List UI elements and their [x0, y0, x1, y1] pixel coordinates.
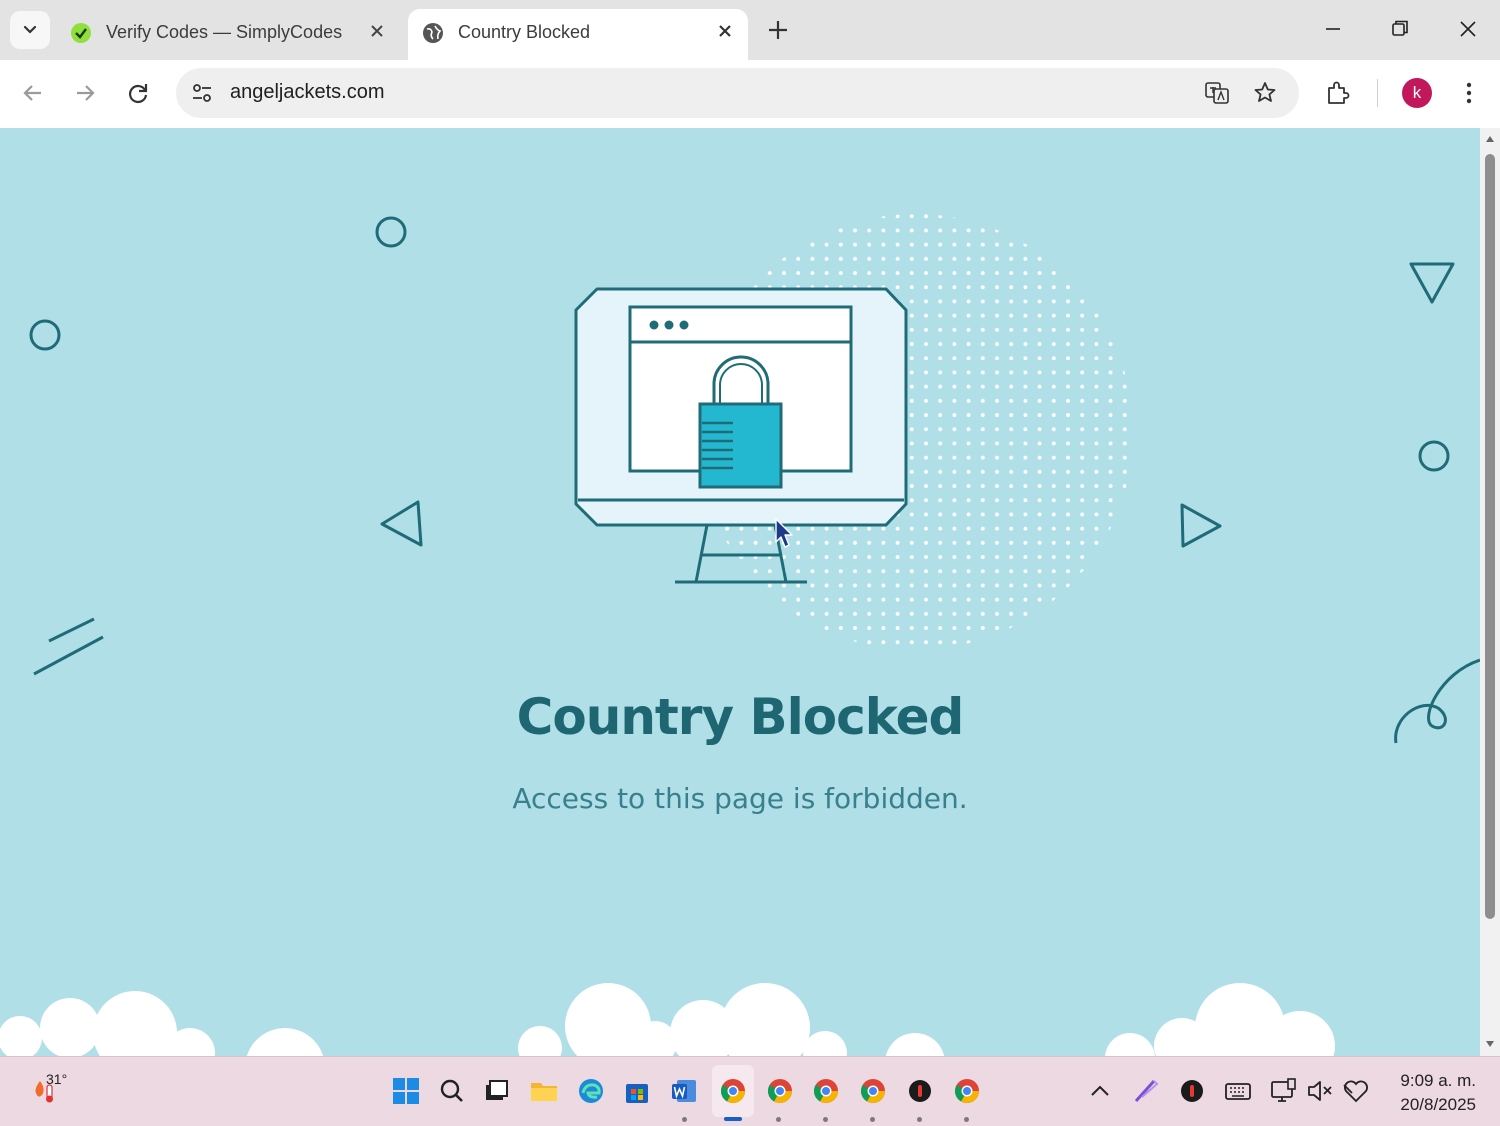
decor-triangle — [1409, 262, 1455, 304]
clock-date[interactable]: 20/8/2025 — [1380, 1095, 1476, 1115]
new-tab-icon[interactable] — [765, 17, 791, 43]
decor-lines — [33, 617, 104, 676]
weather-temp: 31° — [46, 1071, 68, 1087]
windows-start-icon[interactable] — [390, 1075, 422, 1107]
tab-verify-codes[interactable]: Verify Codes — SimplyCodes — [56, 9, 400, 60]
url-text: angeljackets.com — [230, 81, 385, 103]
edge-browser-icon[interactable] — [575, 1075, 607, 1107]
profile-avatar[interactable]: k — [1402, 78, 1432, 108]
task-view-icon[interactable] — [480, 1075, 512, 1107]
active-indicator — [724, 1117, 742, 1121]
chevron-down-icon — [23, 25, 37, 34]
clouds-decor — [0, 983, 1335, 1056]
tab-strip: Verify Codes — SimplyCodes Country Block… — [0, 0, 1500, 60]
page-message: Access to this page is forbidden. — [512, 782, 968, 815]
running-indicator — [964, 1117, 969, 1122]
chrome-profile-icon[interactable] — [764, 1075, 796, 1107]
close-tab-icon[interactable] — [366, 20, 388, 42]
word-icon[interactable] — [668, 1075, 700, 1107]
chrome-profile-icon[interactable] — [857, 1075, 889, 1107]
reload-icon[interactable] — [124, 79, 152, 107]
simplycodes-favicon-icon — [71, 23, 91, 43]
volume-muted-icon[interactable] — [1304, 1075, 1336, 1107]
clock-time[interactable]: 9:09 a. m. — [1380, 1071, 1476, 1091]
page-content: Country Blocked Access to this page is f… — [0, 128, 1480, 1056]
search-icon[interactable] — [436, 1075, 468, 1107]
scroll-thumb[interactable] — [1485, 154, 1495, 919]
tab-title: Verify Codes — SimplyCodes — [106, 22, 343, 42]
toolbar-divider — [1377, 79, 1378, 107]
running-indicator — [870, 1117, 875, 1122]
scroll-up-arrow-icon[interactable] — [1485, 134, 1495, 144]
chevron-up-icon[interactable] — [1084, 1075, 1116, 1107]
close-tab-icon[interactable] — [714, 20, 736, 42]
menu-kebab-icon[interactable] — [1455, 79, 1483, 107]
forward-arrow-icon[interactable] — [71, 79, 99, 107]
running-indicator — [776, 1117, 781, 1122]
decor-triangle — [380, 500, 423, 547]
restore-icon[interactable] — [1385, 14, 1415, 44]
decor-circle — [1418, 440, 1450, 472]
microsoft-store-icon[interactable] — [621, 1075, 653, 1107]
windows-taskbar: 31° 9:09 a. m. 20/8/2025 — [0, 1056, 1500, 1126]
browser-toolbar: angeljackets.com k — [0, 60, 1500, 129]
extensions-puzzle-icon[interactable] — [1324, 79, 1352, 107]
globe-icon — [423, 23, 443, 43]
tab-search-button[interactable] — [10, 11, 50, 49]
scroll-down-arrow-icon[interactable] — [1485, 1039, 1495, 1049]
translate-icon[interactable] — [1203, 79, 1231, 107]
tray-app-icon[interactable] — [1176, 1075, 1208, 1107]
chrome-profile-icon[interactable] — [810, 1075, 842, 1107]
page-scrollbar[interactable] — [1480, 128, 1500, 1056]
app-dark-icon[interactable] — [904, 1075, 936, 1107]
battery-heart-icon[interactable] — [1340, 1075, 1372, 1107]
minimize-icon[interactable] — [1318, 14, 1348, 44]
keyboard-icon[interactable] — [1222, 1075, 1254, 1107]
back-arrow-icon[interactable] — [19, 79, 47, 107]
network-monitor-icon[interactable] — [1268, 1075, 1300, 1107]
running-indicator — [682, 1117, 687, 1122]
decor-circle — [29, 319, 61, 351]
decor-circle — [375, 216, 407, 248]
file-explorer-icon[interactable] — [528, 1075, 560, 1107]
decor-triangle — [1180, 503, 1222, 548]
page-title: Country Blocked — [516, 688, 965, 746]
bookmark-star-icon[interactable] — [1251, 79, 1279, 107]
chrome-icon[interactable] — [717, 1075, 749, 1107]
address-bar[interactable]: angeljackets.com — [176, 68, 1299, 118]
blocked-illustration — [0, 214, 1480, 1056]
running-indicator — [917, 1117, 922, 1122]
site-settings-icon[interactable] — [188, 79, 216, 107]
tab-title: Country Blocked — [458, 22, 591, 42]
pen-feather-icon[interactable] — [1130, 1075, 1162, 1107]
close-window-icon[interactable] — [1453, 14, 1483, 44]
running-indicator — [823, 1117, 828, 1122]
tab-country-blocked[interactable]: Country Blocked — [408, 9, 748, 60]
chrome-profile-icon[interactable] — [951, 1075, 983, 1107]
